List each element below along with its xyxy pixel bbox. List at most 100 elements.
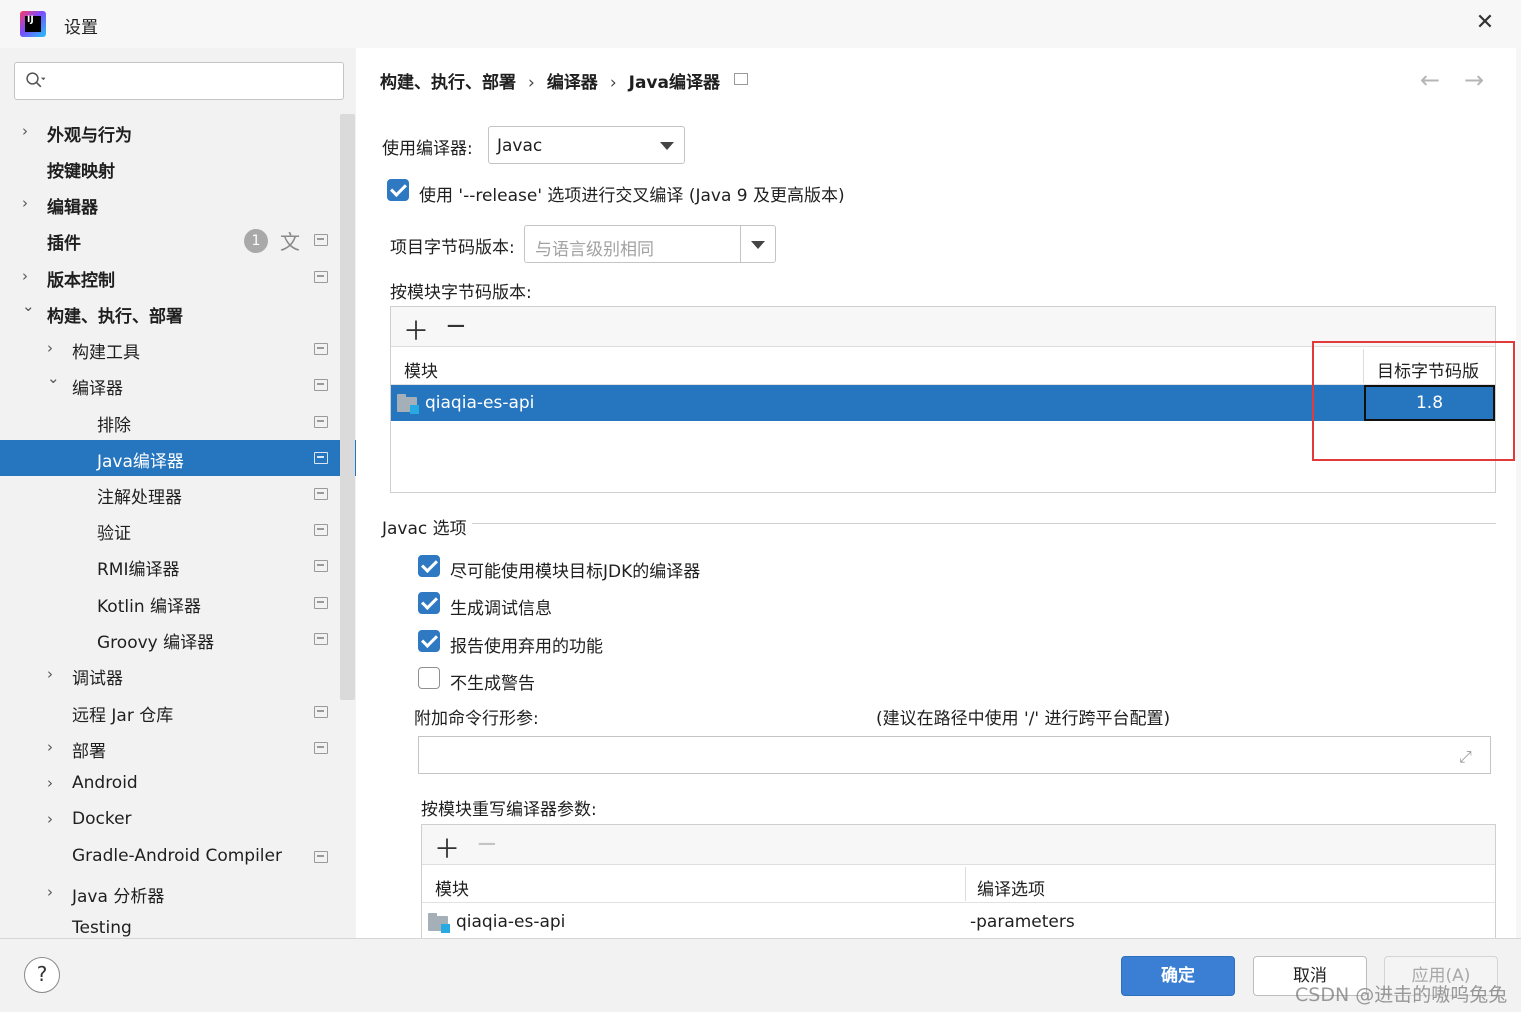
sidebar-item-label: 版本控制	[47, 271, 115, 291]
project-scope-icon	[314, 416, 328, 428]
debug-info-checkbox[interactable]	[418, 592, 440, 614]
project-scope-icon	[314, 452, 328, 464]
project-scope-icon	[314, 597, 328, 609]
sidebar-item[interactable]: 插件 1 文	[0, 222, 356, 258]
sidebar-item-label: 部署	[72, 742, 106, 762]
sidebar-item-label: 验证	[97, 524, 131, 544]
chevron-down-icon[interactable]: ⌄	[22, 297, 36, 315]
column-header-compile-options[interactable]: 编译选项	[977, 875, 1045, 900]
project-scope-icon	[314, 560, 328, 572]
breadcrumb-separator: ›	[609, 73, 617, 93]
project-scope-icon	[314, 488, 328, 500]
column-divider[interactable]	[965, 867, 966, 901]
sidebar-item[interactable]: › 外观与行为	[0, 114, 356, 150]
sidebar-item[interactable]: 验证	[0, 512, 356, 548]
sidebar-item[interactable]: ⌄ 编译器	[0, 367, 356, 403]
sidebar-item[interactable]: › 版本控制	[0, 259, 356, 295]
column-header-module[interactable]: 模块	[435, 875, 469, 900]
update-count-badge: 1	[244, 229, 268, 253]
settings-sidebar: › 外观与行为按键映射 › 编辑器插件 1 文 › 版本控制 ⌄ 构建、执行、部署 › 构建工具 ⌄ 编译…	[0, 48, 356, 938]
compiler-dropdown[interactable]: Javac	[488, 126, 685, 164]
sidebar-item-label: 调试器	[72, 669, 123, 689]
chevron-right-icon[interactable]: ›	[47, 883, 61, 901]
sidebar-item[interactable]: Java编译器	[0, 440, 356, 476]
chevron-right-icon[interactable]: ›	[47, 665, 61, 683]
per-module-bytecode-label: 按模块字节码版本:	[390, 283, 532, 303]
chevron-right-icon[interactable]: ›	[22, 267, 36, 285]
sidebar-item-label: Groovy 编译器	[97, 633, 215, 653]
sidebar-item[interactable]: RMI编译器	[0, 548, 356, 584]
sidebar-scrollbar[interactable]	[340, 114, 355, 700]
sidebar-item-label: 按键映射	[47, 162, 115, 182]
sidebar-item[interactable]: Groovy 编译器	[0, 621, 356, 657]
chevron-down-icon[interactable]	[751, 241, 765, 249]
module-folder-icon	[397, 394, 419, 414]
project-scope-icon	[314, 742, 328, 754]
use-module-jdk-checkbox[interactable]	[418, 555, 440, 577]
sidebar-item[interactable]: 注解处理器	[0, 476, 356, 512]
override-params-table: ＋ − 模块 编译选项 qiaqia-es-api -parameters	[421, 824, 1496, 944]
project-scope-icon	[314, 633, 328, 645]
sidebar-item[interactable]: › 部署	[0, 730, 356, 766]
sidebar-item-label: Gradle-Android Compiler	[72, 846, 282, 866]
breadcrumb-separator: ›	[528, 73, 535, 93]
no-warnings-label: 不生成警告	[450, 674, 535, 694]
chevron-right-icon[interactable]: ›	[47, 738, 61, 756]
compile-options-value[interactable]: -parameters	[970, 912, 1075, 932]
column-header-module[interactable]: 模块	[404, 357, 438, 382]
sidebar-item[interactable]: › Docker	[0, 802, 356, 838]
chevron-right-icon[interactable]: ›	[22, 194, 36, 212]
sidebar-item[interactable]: › Java 分析器	[0, 875, 356, 911]
sidebar-item[interactable]: Kotlin 编译器	[0, 585, 356, 621]
sidebar-item-label: Android	[72, 773, 138, 793]
sidebar-item[interactable]: › Android	[0, 766, 356, 802]
close-button[interactable]: ✕	[1470, 8, 1500, 38]
sidebar-item[interactable]: › 编辑器	[0, 186, 356, 222]
help-button[interactable]: ?	[24, 957, 60, 993]
forward-arrow-icon[interactable]: →	[1464, 66, 1484, 94]
sidebar-item[interactable]: › 构建工具	[0, 331, 356, 367]
chevron-right-icon[interactable]: ›	[47, 810, 61, 828]
sidebar-item[interactable]: › 调试器	[0, 657, 356, 693]
combobox-divider	[740, 226, 741, 262]
sidebar-item-label: Kotlin 编译器	[97, 597, 201, 617]
chevron-right-icon[interactable]: ›	[47, 774, 61, 792]
sidebar-item[interactable]: Testing	[0, 911, 356, 938]
breadcrumb-item[interactable]: 编译器	[547, 68, 598, 93]
no-warnings-checkbox[interactable]	[418, 667, 440, 689]
remove-icon: −	[476, 829, 498, 859]
add-icon[interactable]: ＋	[403, 311, 429, 348]
project-scope-icon	[734, 73, 748, 85]
sidebar-item-label: 插件	[47, 234, 81, 254]
project-scope-icon	[314, 851, 328, 863]
chevron-right-icon[interactable]: ›	[47, 339, 61, 357]
sidebar-item[interactable]: ⌄ 构建、执行、部署	[0, 295, 356, 331]
ok-button[interactable]: 确定	[1121, 956, 1235, 996]
sidebar-item[interactable]: 按键映射	[0, 150, 356, 186]
back-arrow-icon[interactable]: ←	[1420, 66, 1440, 94]
project-scope-icon	[314, 271, 328, 283]
expand-icon[interactable]: ⤢	[1459, 747, 1479, 766]
annotation-highlight-box	[1312, 341, 1515, 461]
sidebar-item-label: Java编译器	[97, 452, 184, 472]
deprecation-checkbox[interactable]	[418, 630, 440, 652]
remove-icon[interactable]: −	[445, 311, 467, 341]
search-input[interactable]	[63, 67, 333, 95]
deprecation-label: 报告使用弃用的功能	[450, 637, 603, 657]
table-row[interactable]: qiaqia-es-api -parameters	[422, 905, 1495, 941]
add-icon[interactable]: ＋	[434, 829, 460, 866]
bytecode-version-combobox[interactable]: 与语言级别相同	[524, 225, 776, 263]
breadcrumb-item[interactable]: 构建、执行、部署	[380, 68, 516, 93]
search-box[interactable]	[14, 62, 344, 100]
sidebar-item[interactable]: 远程 Jar 仓库	[0, 694, 356, 730]
sidebar-item[interactable]: 排除	[0, 404, 356, 440]
additional-args-input[interactable]: ⤢	[418, 736, 1491, 774]
table-toolbar: ＋ −	[422, 825, 1495, 865]
translate-icon: 文	[280, 230, 300, 254]
chevron-down-icon[interactable]: ⌄	[47, 369, 61, 387]
sidebar-item[interactable]: Gradle-Android Compiler	[0, 839, 356, 875]
sidebar-item-label: 构建工具	[72, 343, 140, 363]
release-checkbox[interactable]	[387, 179, 409, 201]
project-scope-icon	[314, 343, 328, 355]
chevron-right-icon[interactable]: ›	[22, 122, 36, 140]
